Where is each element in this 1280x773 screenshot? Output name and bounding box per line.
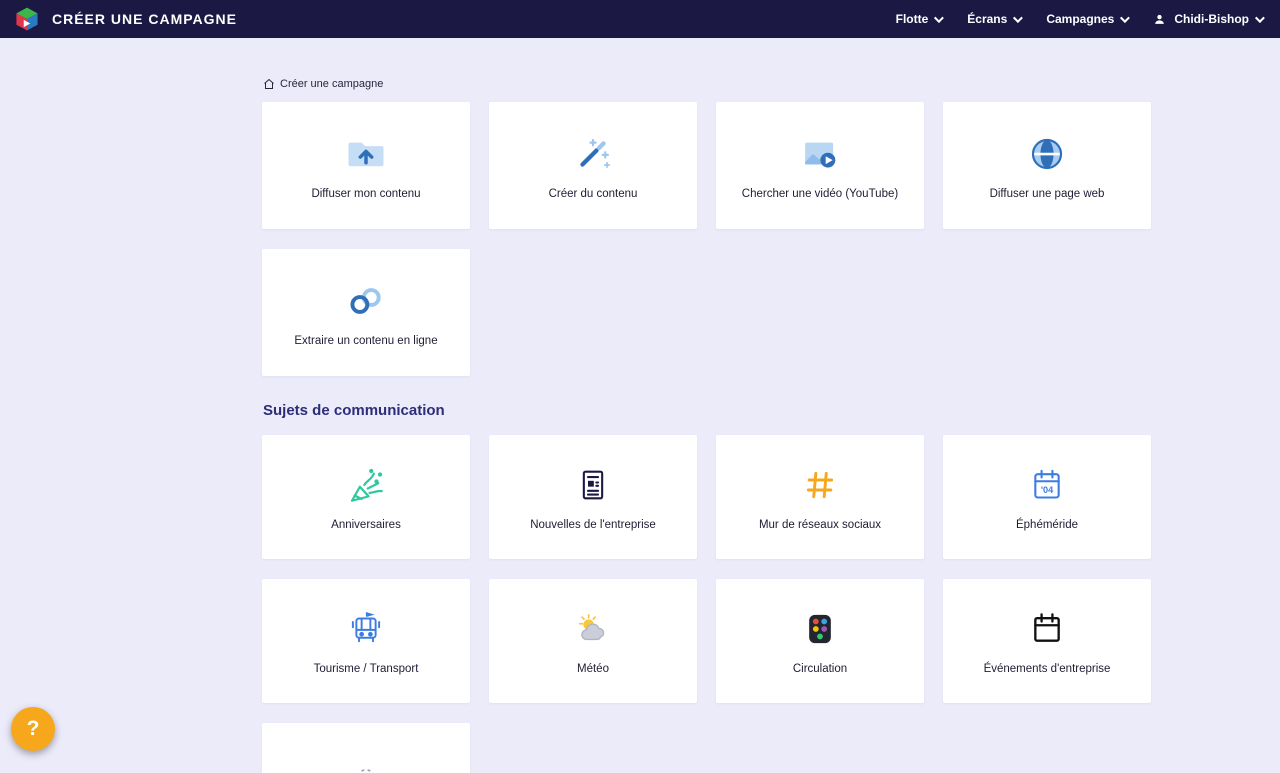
chevron-down-icon <box>1255 13 1265 23</box>
calendar-icon <box>1027 607 1067 651</box>
topics-section-title: Sujets de communication <box>263 402 1152 419</box>
card-label: Événements d'entreprise <box>974 663 1121 675</box>
card-circulation[interactable]: Circulation <box>716 579 924 703</box>
card-label: Extraire un contenu en ligne <box>284 335 447 347</box>
user-menu[interactable]: Chidi-Bishop <box>1153 12 1262 26</box>
gear-icon <box>347 757 385 773</box>
app-logo-icon[interactable] <box>14 6 40 32</box>
card-label: Éphéméride <box>1006 519 1088 531</box>
card-creer-du-contenu[interactable]: Créer du contenu <box>489 102 697 229</box>
card-label: Chercher une vidéo (YouTube) <box>732 188 908 200</box>
newspaper-icon <box>573 463 613 507</box>
card-anniversaires[interactable]: Anniversaires <box>262 435 470 559</box>
hashtag-icon <box>800 463 840 507</box>
card-partial-bottom[interactable] <box>262 723 470 773</box>
breadcrumb[interactable]: Créer une campagne <box>263 78 383 90</box>
card-label: Météo <box>567 663 619 675</box>
party-popper-icon <box>345 463 387 507</box>
menu-flotte[interactable]: Flotte <box>896 12 942 26</box>
chevron-down-icon <box>1120 13 1130 23</box>
chevron-down-icon <box>1013 13 1023 23</box>
page-title: CRÉER UNE CAMPAGNE <box>52 11 237 27</box>
calendar-date-icon: '04 <box>1027 463 1067 507</box>
card-extraire-contenu-en-ligne[interactable]: Extraire un contenu en ligne <box>262 249 470 376</box>
home-icon <box>263 78 275 90</box>
create-cards-grid: Diffuser mon contenu Créer du contenu <box>262 102 1152 376</box>
card-label: Mur de réseaux sociaux <box>749 519 891 531</box>
menu-campagnes-label: Campagnes <box>1046 12 1114 26</box>
menu-campagnes[interactable]: Campagnes <box>1046 12 1127 26</box>
card-label: Anniversaires <box>321 519 411 531</box>
card-label: Tourisme / Transport <box>304 663 429 675</box>
card-chercher-video-youtube[interactable]: Chercher une vidéo (YouTube) <box>716 102 924 229</box>
card-label: Diffuser mon contenu <box>301 188 430 200</box>
user-icon <box>1153 13 1166 26</box>
card-label: Circulation <box>783 663 857 675</box>
help-button[interactable]: ? <box>11 707 55 751</box>
traffic-light-icon <box>800 607 840 651</box>
magic-wand-icon <box>572 132 614 176</box>
card-label: Nouvelles de l'entreprise <box>520 519 666 531</box>
card-label: Diffuser une page web <box>980 188 1115 200</box>
card-diffuser-mon-contenu[interactable]: Diffuser mon contenu <box>262 102 470 229</box>
video-search-icon <box>799 132 841 176</box>
card-tourisme-transport[interactable]: Tourisme / Transport <box>262 579 470 703</box>
link-icon <box>345 279 387 323</box>
navbar-menus: Flotte Écrans Campagnes Chidi-Bishop <box>896 12 1262 26</box>
chevron-down-icon <box>934 13 944 23</box>
globe-icon <box>1026 132 1068 176</box>
menu-ecrans-label: Écrans <box>967 12 1007 26</box>
bus-icon <box>345 607 387 651</box>
card-mur-reseaux-sociaux[interactable]: Mur de réseaux sociaux <box>716 435 924 559</box>
top-navbar: CRÉER UNE CAMPAGNE Flotte Écrans Campagn… <box>0 0 1280 38</box>
breadcrumb-label: Créer une campagne <box>280 78 383 90</box>
card-ephemeride[interactable]: '04 Éphéméride <box>943 435 1151 559</box>
main-content: Créer une campagne Diffuser mon contenu <box>262 78 1152 773</box>
svg-text:'04: '04 <box>1041 485 1054 495</box>
card-diffuser-page-web[interactable]: Diffuser une page web <box>943 102 1151 229</box>
card-nouvelles-entreprise[interactable]: Nouvelles de l'entreprise <box>489 435 697 559</box>
topics-cards-grid: Anniversaires Nouvelles de l'entreprise <box>262 435 1152 773</box>
card-meteo[interactable]: Météo <box>489 579 697 703</box>
upload-folder-icon <box>345 132 387 176</box>
user-name-label: Chidi-Bishop <box>1174 12 1249 26</box>
menu-flotte-label: Flotte <box>896 12 929 26</box>
card-label: Créer du contenu <box>539 188 648 200</box>
weather-icon <box>572 607 614 651</box>
card-evenements-entreprise[interactable]: Événements d'entreprise <box>943 579 1151 703</box>
menu-ecrans[interactable]: Écrans <box>967 12 1020 26</box>
